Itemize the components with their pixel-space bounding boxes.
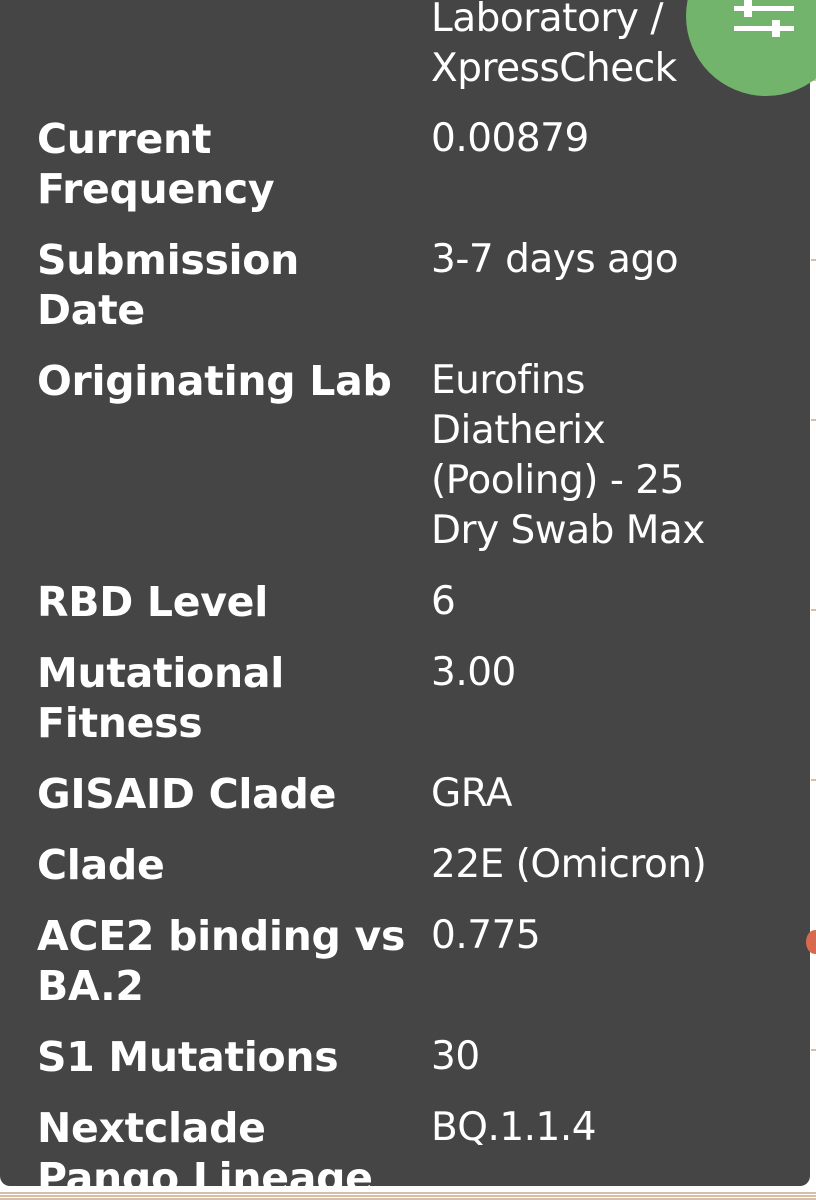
detail-value: 3-7 days ago bbox=[431, 237, 679, 282]
node-info-panel: Laboratory / XpressCheck Current Frequen… bbox=[0, 0, 810, 1186]
sliders-icon bbox=[734, 0, 794, 37]
detail-key: Current Frequency bbox=[37, 115, 275, 213]
detail-value: 22E (Omicron) bbox=[431, 842, 707, 887]
detail-key: Clade bbox=[37, 841, 165, 889]
detail-value: 6 bbox=[431, 579, 456, 624]
app-stage: Laboratory / XpressCheck Current Frequen… bbox=[0, 0, 816, 1200]
detail-value: Eurofins Diatherix (Pooling) - 25 Dry Sw… bbox=[431, 358, 705, 553]
detail-key: ACE2 binding vs BA.2 bbox=[37, 912, 406, 1010]
detail-value: 30 bbox=[431, 1034, 480, 1079]
detail-value: BQ.1.1.4 bbox=[431, 1105, 597, 1150]
detail-value: 0.775 bbox=[431, 913, 541, 958]
detail-key: RBD Level bbox=[37, 578, 268, 626]
detail-key: Mutational Fitness bbox=[37, 649, 284, 747]
detail-key: GISAID Clade bbox=[37, 770, 337, 818]
detail-value: 0.00879 bbox=[431, 116, 589, 161]
detail-key: Submission Date bbox=[37, 236, 300, 334]
detail-value: GRA bbox=[431, 771, 512, 816]
detail-key: S1 Mutations bbox=[37, 1033, 339, 1081]
detail-key: Nextclade Pango Lineage bbox=[37, 1104, 373, 1186]
detail-key: Originating Lab bbox=[37, 357, 392, 405]
detail-value: 3.00 bbox=[431, 650, 516, 695]
